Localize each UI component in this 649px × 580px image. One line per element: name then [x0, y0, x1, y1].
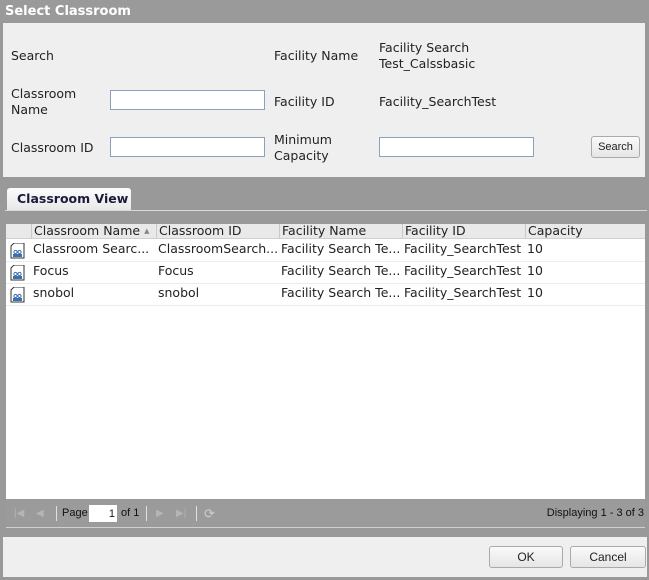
- cell-facility-id: Facility_SearchTest: [404, 285, 522, 300]
- cell-facility-name: Facility Search Te...: [281, 241, 401, 256]
- cell-facility-id: Facility_SearchTest: [404, 263, 522, 278]
- classroom-id-label: Classroom ID: [11, 140, 94, 155]
- page-label: Page: [62, 507, 88, 519]
- pager-separator: [146, 506, 147, 521]
- previous-page-icon[interactable]: ◀: [36, 506, 44, 521]
- cell-classroom-id: Focus: [158, 263, 194, 278]
- column-header-label: Classroom Name: [34, 224, 141, 238]
- min-capacity-label-line2: Capacity: [274, 148, 329, 163]
- classroom-icon: [10, 287, 25, 303]
- cancel-button[interactable]: Cancel: [570, 546, 646, 568]
- cell-classroom-name: snobol: [33, 285, 75, 300]
- classroom-name-input[interactable]: [110, 90, 265, 110]
- cell-capacity: 10: [527, 263, 543, 278]
- classroom-name-label: Classroom Name: [11, 86, 77, 117]
- facility-name-label: Facility Name: [274, 48, 359, 63]
- search-button[interactable]: Search: [591, 136, 640, 158]
- table-row[interactable]: snobol snobol Facility Search Te... Faci…: [6, 283, 645, 306]
- facility-name-value-line1: Facility Search: [379, 40, 470, 55]
- cell-capacity: 10: [527, 285, 543, 300]
- ok-button[interactable]: OK: [489, 546, 563, 568]
- classroom-icon: [10, 243, 25, 259]
- search-section-label: Search: [11, 48, 54, 63]
- cell-facility-name: Facility Search Te...: [281, 285, 401, 300]
- sort-ascending-icon: ▲: [144, 227, 150, 235]
- cell-classroom-id: snobol: [158, 285, 200, 300]
- cell-classroom-name: Classroom Searc...: [33, 241, 150, 256]
- next-page-icon[interactable]: ▶: [156, 506, 164, 521]
- pager-separator: [56, 506, 57, 521]
- min-capacity-input[interactable]: [379, 137, 534, 157]
- cell-classroom-name: Focus: [33, 263, 69, 278]
- facility-id-value: Facility_SearchTest: [379, 94, 497, 109]
- column-header-classroom-name[interactable]: Classroom Name ▲: [31, 224, 156, 238]
- cell-capacity: 10: [527, 241, 543, 256]
- paging-status: Displaying 1 - 3 of 3: [546, 507, 644, 519]
- min-capacity-label-line1: Minimum: [274, 132, 332, 147]
- page-count-label: of 1: [121, 507, 140, 519]
- column-header-capacity[interactable]: Capacity: [525, 224, 645, 238]
- cell-facility-id: Facility_SearchTest: [404, 241, 522, 256]
- classroom-grid: Classroom Name ▲ Classroom ID Facility N…: [6, 224, 645, 499]
- grid-header: Classroom Name ▲ Classroom ID Facility N…: [6, 224, 645, 239]
- table-row[interactable]: Focus Focus Facility Search Te... Facili…: [6, 261, 645, 284]
- last-page-icon[interactable]: ▶|: [176, 506, 186, 521]
- table-row[interactable]: Classroom Searc... ClassroomSearch... Fa…: [6, 239, 645, 262]
- tab-divider: [5, 210, 647, 211]
- first-page-icon[interactable]: |◀: [14, 506, 24, 521]
- tab-classroom-view[interactable]: Classroom View: [7, 188, 131, 210]
- paging-toolbar: |◀ ◀ Page of 1 ▶ ▶| ⟳ Displaying 1 - 3 o…: [6, 500, 645, 528]
- facility-name-value-line2: Test_Calssbasic: [379, 56, 476, 71]
- classroom-id-input[interactable]: [110, 137, 265, 157]
- page-number-input[interactable]: [89, 505, 117, 522]
- column-header-classroom-id[interactable]: Classroom ID: [156, 224, 279, 238]
- refresh-icon[interactable]: ⟳: [204, 506, 215, 521]
- cell-classroom-id: ClassroomSearch...: [158, 241, 279, 256]
- pager-separator: [196, 506, 197, 521]
- cell-facility-name: Facility Search Te...: [281, 263, 401, 278]
- facility-id-label: Facility ID: [274, 94, 335, 109]
- dialog-title: Select Classroom: [0, 0, 649, 23]
- column-header-facility-id[interactable]: Facility ID: [402, 224, 525, 238]
- column-header-facility-name[interactable]: Facility Name: [279, 224, 402, 238]
- classroom-icon: [10, 265, 25, 281]
